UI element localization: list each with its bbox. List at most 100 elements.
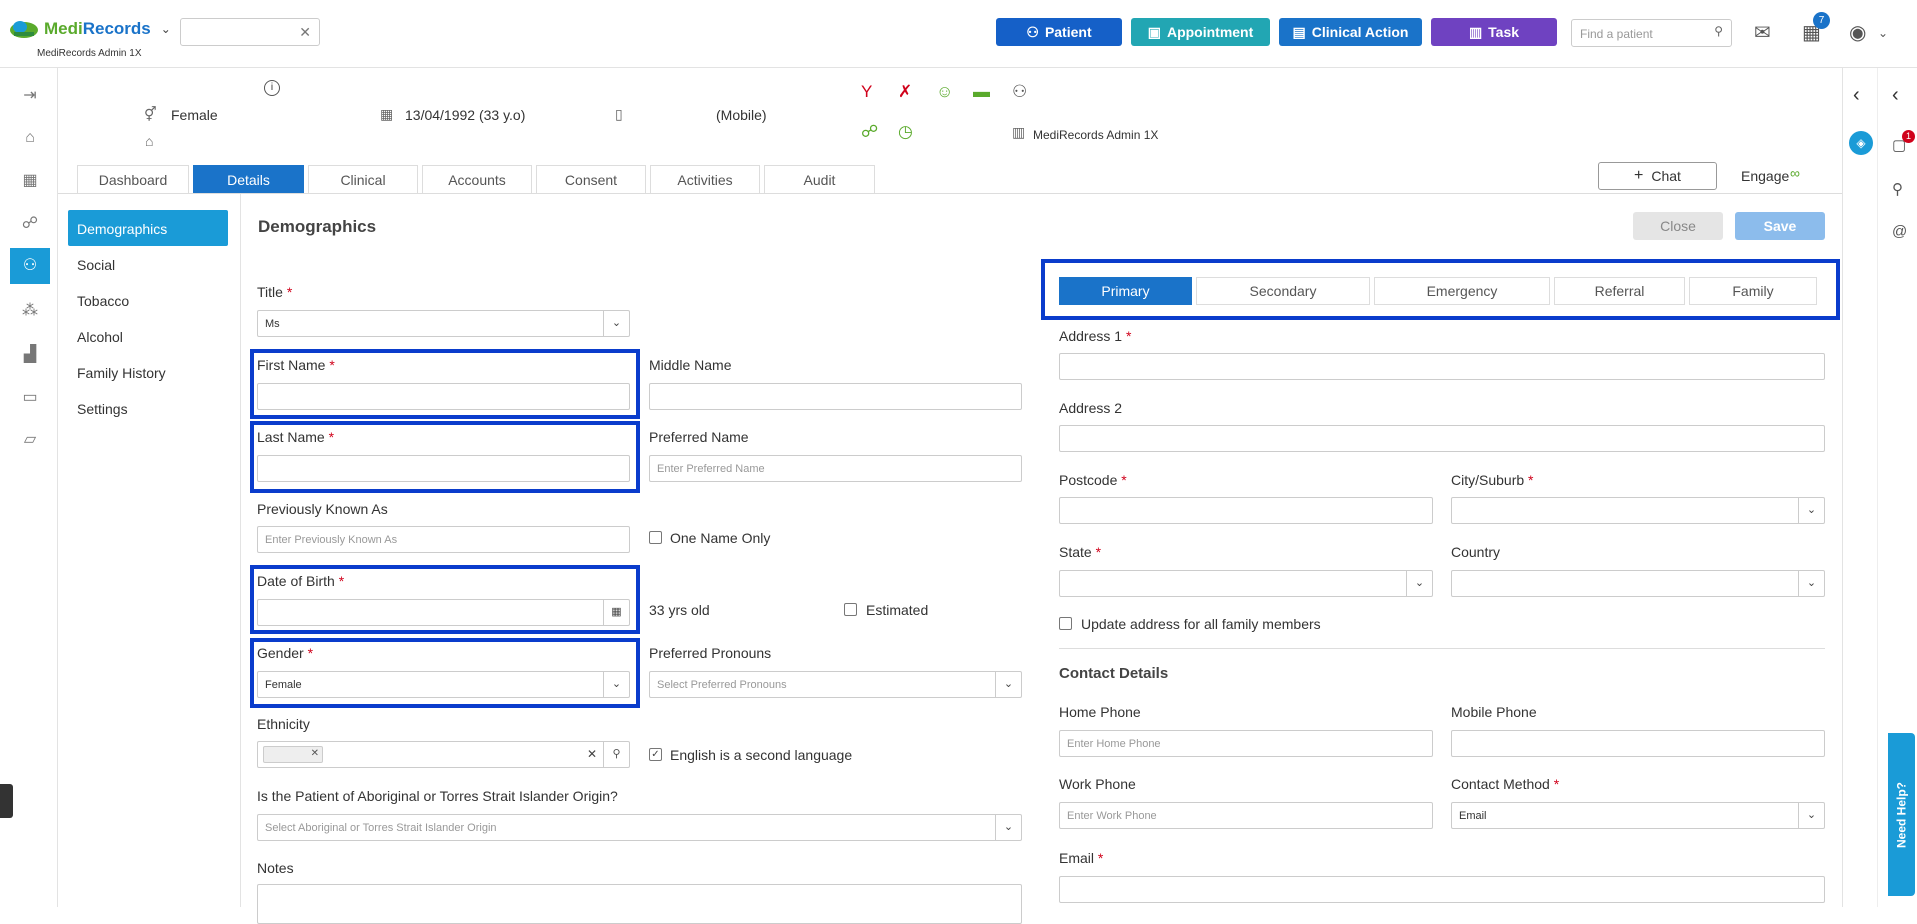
card-icon[interactable]: ▬ — [973, 82, 990, 102]
engage-label[interactable]: Engage — [1741, 168, 1789, 184]
one-name-only-checkbox[interactable] — [649, 531, 662, 544]
new-task-button[interactable]: ▥ Task — [1431, 18, 1557, 46]
tag-icon[interactable]: ◈ — [1849, 131, 1873, 155]
ethnicity-chip[interactable]: ✕ — [263, 746, 323, 763]
aboriginal-select[interactable]: Select Aboriginal or Torres Strait Islan… — [257, 814, 1022, 841]
update-family-checkbox[interactable] — [1059, 617, 1072, 630]
briefcase-plus-icon: ▤ — [1292, 23, 1306, 40]
find-patient-input[interactable]: Find a patient ⚲ — [1571, 19, 1732, 47]
contact-details-title: Contact Details — [1059, 665, 1169, 682]
notes-label: Notes — [257, 860, 294, 876]
clear-icon[interactable]: ✕ — [299, 24, 311, 41]
address1-input[interactable] — [1059, 353, 1825, 380]
info-icon[interactable]: i — [264, 80, 280, 96]
appointment-history-icon[interactable]: ◷ — [898, 122, 913, 142]
last-name-highlight — [250, 421, 640, 493]
section-title: Demographics — [258, 217, 377, 236]
alcohol-icon[interactable]: Y — [861, 82, 872, 102]
address-tab-secondary[interactable]: Secondary — [1196, 277, 1370, 305]
chat-button[interactable]: + Chat — [1598, 162, 1717, 190]
search-icon[interactable]: ⚲ — [603, 742, 629, 767]
modules-icon[interactable]: ⁂ — [18, 299, 42, 323]
city-select[interactable]: ⌄ — [1451, 497, 1825, 524]
search-icon[interactable]: ⚲ — [1714, 24, 1723, 38]
work-phone-input[interactable]: Enter Work Phone — [1059, 802, 1433, 829]
home-phone-input[interactable]: Enter Home Phone — [1059, 730, 1433, 757]
side-menu-tobacco[interactable]: Tobacco — [68, 282, 228, 318]
analytics-icon[interactable]: ▟ — [18, 343, 42, 367]
address-tab-family[interactable]: Family — [1689, 277, 1817, 305]
tab-dashboard[interactable]: Dashboard — [77, 165, 189, 193]
at-icon[interactable]: @ — [1892, 223, 1907, 240]
users-icon[interactable]: ☍ — [18, 212, 42, 236]
side-handle-icon[interactable] — [0, 784, 13, 818]
home-phone-label: Home Phone — [1059, 704, 1141, 720]
side-menu-family-history[interactable]: Family History — [68, 354, 228, 390]
link-icon[interactable]: ∞ — [1790, 165, 1800, 181]
tab-divider — [58, 193, 1842, 194]
tab-consent[interactable]: Consent — [536, 165, 646, 193]
address-tab-emergency[interactable]: Emergency — [1374, 277, 1550, 305]
address-tabs: Primary Secondary Emergency Referral Fam… — [1059, 277, 1817, 305]
new-appointment-button[interactable]: ▣ Appointment — [1131, 18, 1270, 46]
birthday-icon: ▦ — [380, 106, 394, 122]
dob-highlight — [250, 565, 640, 634]
home-icon[interactable]: ⌂ — [18, 126, 42, 150]
patient-icon[interactable]: ⚇ — [10, 248, 50, 284]
chevron-down-icon[interactable]: ⌄ — [1878, 26, 1888, 40]
ethnicity-input[interactable]: ✕ ✕ ⚲ — [257, 741, 630, 768]
email-input[interactable] — [1059, 876, 1825, 903]
side-menu-demographics[interactable]: Demographics — [68, 210, 228, 246]
tab-activities[interactable]: Activities — [650, 165, 760, 193]
state-select[interactable]: ⌄ — [1059, 570, 1433, 597]
expand-menu-icon[interactable]: ⇥ — [18, 84, 42, 108]
remove-chip-icon[interactable]: ✕ — [311, 748, 319, 759]
top-bar: MediRecords ⌄ MediRecords Admin 1X ✕ ⚇ Pa… — [0, 0, 1917, 68]
estimated-checkbox[interactable] — [844, 603, 857, 616]
cloud-logo-icon — [10, 21, 38, 38]
tab-accounts[interactable]: Accounts — [422, 165, 532, 193]
clinical-action-button[interactable]: ▤ Clinical Action — [1279, 18, 1422, 46]
folder-icon[interactable]: ▭ — [18, 386, 42, 410]
family-icon[interactable]: ☍ — [861, 122, 878, 142]
side-menu-settings[interactable]: Settings — [68, 390, 228, 426]
clear-icon[interactable]: ✕ — [587, 747, 597, 761]
carer-icon[interactable]: ⚇ — [1012, 82, 1027, 102]
save-button[interactable]: Save — [1735, 212, 1825, 240]
mail-icon[interactable]: ✉ — [1754, 20, 1771, 45]
side-menu-alcohol[interactable]: Alcohol — [68, 318, 228, 354]
user-account-icon[interactable]: ◉ — [1849, 20, 1866, 45]
calendar-icon[interactable]: ▦ — [18, 169, 42, 193]
close-button[interactable]: Close — [1633, 212, 1723, 240]
address-tab-referral[interactable]: Referral — [1554, 277, 1685, 305]
new-patient-button[interactable]: ⚇ Patient — [996, 18, 1122, 46]
preferred-name-input[interactable]: Enter Preferred Name — [649, 455, 1022, 482]
mobile-icon: ▯ — [615, 106, 623, 122]
side-menu-social[interactable]: Social — [68, 246, 228, 282]
top-search-input[interactable]: ✕ — [180, 18, 320, 46]
app-logo[interactable]: MediRecords ⌄ — [8, 18, 171, 40]
chevron-down-icon[interactable]: ⌄ — [161, 22, 171, 36]
allergy-icon[interactable]: ✗ — [898, 82, 912, 102]
mobile-phone-input[interactable] — [1451, 730, 1825, 757]
address-tab-primary[interactable]: Primary — [1059, 277, 1192, 305]
contact-method-select[interactable]: Email ⌄ — [1451, 802, 1825, 829]
need-help-button[interactable]: Need Help? — [1888, 733, 1915, 896]
chevron-left-icon[interactable]: ‹ — [1892, 84, 1899, 107]
collapse-left-icon[interactable]: ‹ — [1853, 84, 1860, 107]
pronouns-select[interactable]: Select Preferred Pronouns ⌄ — [649, 671, 1022, 698]
previously-known-input[interactable]: Enter Previously Known As — [257, 526, 630, 553]
tab-audit[interactable]: Audit — [764, 165, 875, 193]
tab-details[interactable]: Details — [193, 165, 304, 193]
title-select[interactable]: Ms ⌄ — [257, 310, 630, 337]
postcode-input[interactable] — [1059, 497, 1433, 524]
english-second-checkbox[interactable]: ✓ — [649, 748, 662, 761]
country-select[interactable]: ⌄ — [1451, 570, 1825, 597]
person-status-icon[interactable]: ☺ — [936, 82, 953, 102]
notes-input[interactable] — [257, 884, 1022, 924]
pin-icon[interactable]: ⚲ — [1892, 180, 1903, 198]
folder-export-icon[interactable]: ▱ — [18, 428, 42, 452]
address2-input[interactable] — [1059, 425, 1825, 452]
middle-name-input[interactable] — [649, 383, 1022, 410]
tab-clinical[interactable]: Clinical — [308, 165, 418, 193]
